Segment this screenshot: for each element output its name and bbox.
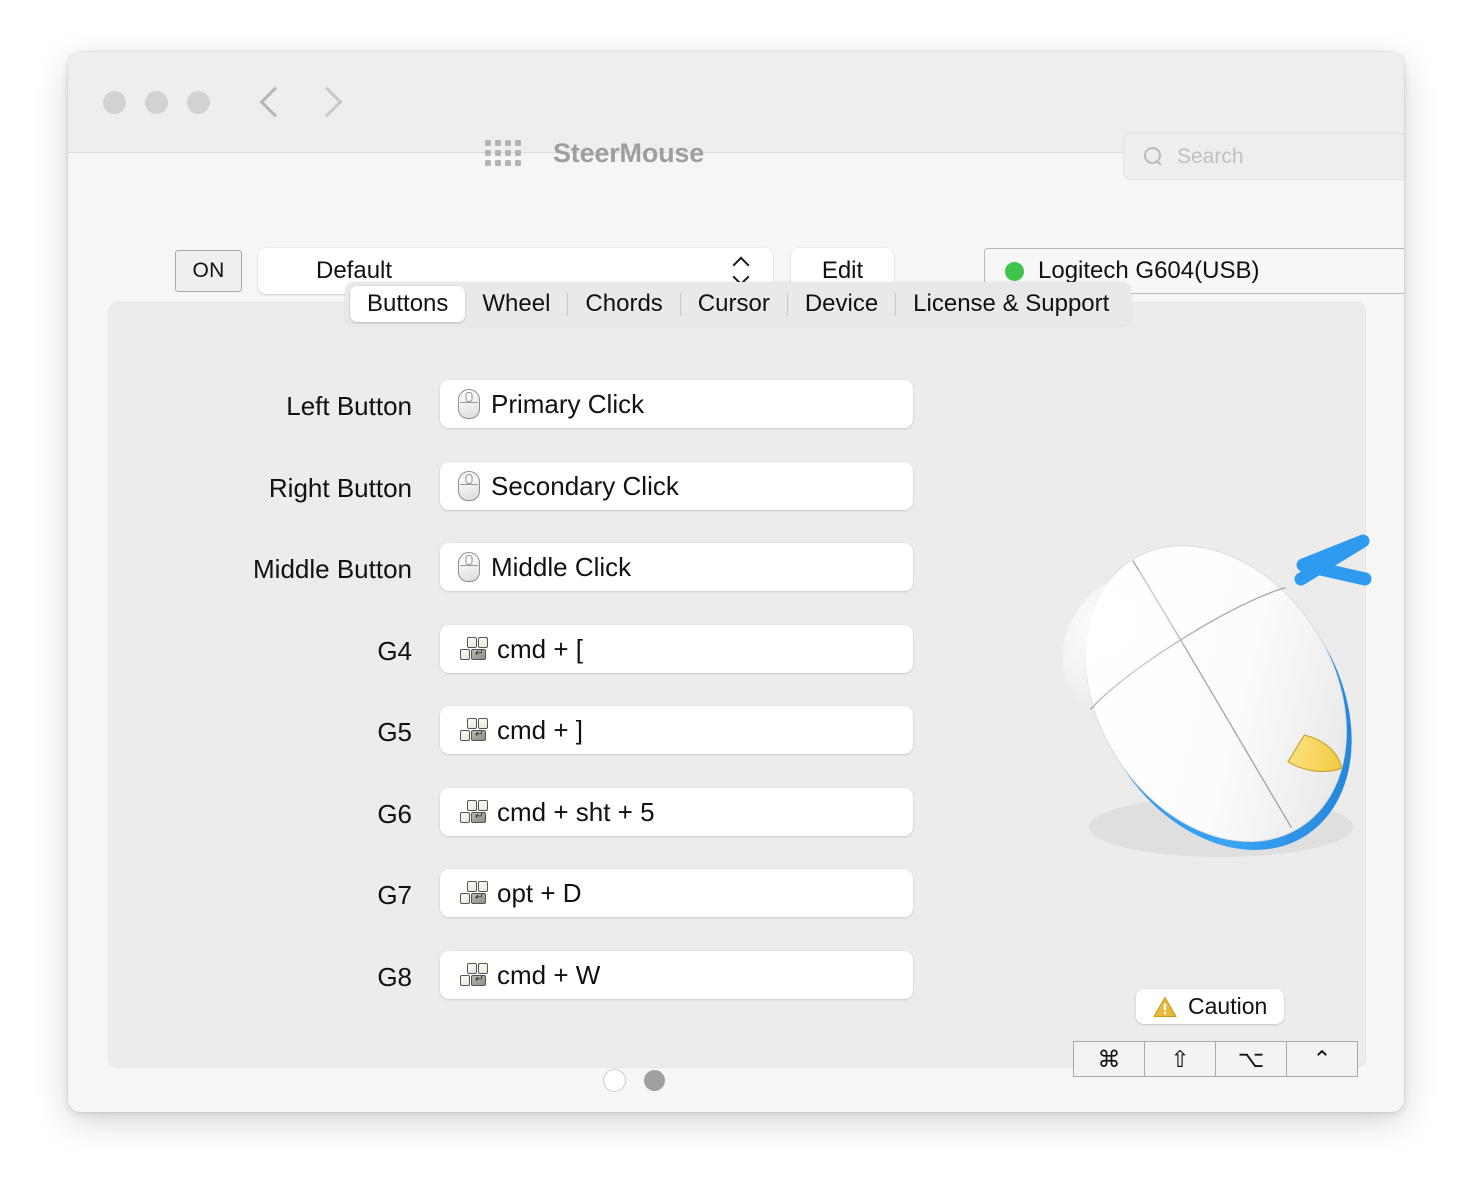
assignment-row: G7 opt + D: [68, 869, 958, 951]
assignment-row: Middle Button Middle Click: [68, 543, 958, 625]
on-toggle-button[interactable]: ON: [175, 250, 242, 292]
assignment-field[interactable]: Secondary Click: [440, 462, 913, 510]
assignment-label: Right Button: [68, 462, 440, 512]
assignment-value: cmd + ]: [497, 717, 583, 743]
keyboard-icon: [458, 963, 486, 987]
assignment-field[interactable]: cmd + sht + 5: [440, 788, 913, 836]
option-key-button[interactable]: ⌥: [1215, 1041, 1287, 1077]
assignment-row: Right Button Secondary Click: [68, 462, 958, 544]
mouse-illustration: [1033, 507, 1403, 877]
assignment-label: G7: [68, 869, 440, 919]
assignment-row: G8 cmd + W: [68, 951, 958, 1033]
assignment-label: G8: [68, 951, 440, 1001]
tab-buttons[interactable]: Buttons: [350, 286, 465, 322]
assignment-label: G5: [68, 706, 440, 756]
modifier-key-row: ⌘ ⇧ ⌥ ⌃: [1073, 1041, 1358, 1077]
profile-toolbar: ON Default Edit Logitech G604(USB): [68, 153, 1404, 238]
assignment-field[interactable]: Middle Click: [440, 543, 913, 591]
assignment-value: cmd + sht + 5: [497, 799, 655, 825]
keyboard-icon: [458, 718, 486, 742]
assignment-field[interactable]: cmd + W: [440, 951, 913, 999]
tab-chords[interactable]: Chords: [568, 286, 679, 322]
assignment-field[interactable]: cmd + [: [440, 625, 913, 673]
assignment-row: Left Button Primary Click: [68, 380, 958, 462]
keyboard-icon: [458, 881, 486, 905]
steermouse-window: SteerMouse Search ON Default Edit Logite…: [68, 52, 1404, 1112]
assignment-field[interactable]: Primary Click: [440, 380, 913, 428]
caution-label: Caution: [1188, 993, 1267, 1020]
profile-selected-value: Default: [316, 257, 392, 285]
navigation-arrows: [261, 82, 338, 120]
assignment-value: Primary Click: [491, 391, 644, 417]
close-button[interactable]: [103, 91, 126, 114]
mouse-icon: [458, 471, 480, 501]
tab-bar: Buttons Wheel Chords Cursor Device Licen…: [345, 282, 1131, 326]
assignment-label: G4: [68, 625, 440, 675]
assignment-row: G4 cmd + [: [68, 625, 958, 707]
keyboard-icon: [458, 800, 486, 824]
warning-triangle-icon: [1153, 996, 1177, 1018]
assignment-label: G6: [68, 788, 440, 838]
device-name-label: Logitech G604(USB): [1038, 257, 1259, 285]
assignment-label: Left Button: [68, 380, 440, 430]
control-key-button[interactable]: ⌃: [1286, 1041, 1358, 1077]
assignment-row: G6 cmd + sht + 5: [68, 788, 958, 870]
button-assignment-list: Left Button Primary Click Right Button S…: [68, 380, 958, 1032]
keyboard-icon: [458, 637, 486, 661]
minimize-button[interactable]: [145, 91, 168, 114]
assignment-value: Secondary Click: [491, 473, 679, 499]
tab-device[interactable]: Device: [788, 286, 895, 322]
command-key-button[interactable]: ⌘: [1073, 1041, 1145, 1077]
traffic-light-buttons: [103, 91, 210, 114]
assignment-value: cmd + [: [497, 636, 583, 662]
tab-cursor[interactable]: Cursor: [681, 286, 787, 322]
assignment-value: opt + D: [497, 880, 582, 906]
page-dot-2[interactable]: [644, 1070, 665, 1091]
zoom-button[interactable]: [187, 91, 210, 114]
assignment-value: Middle Click: [491, 554, 631, 580]
assignment-row: G5 cmd + ]: [68, 706, 958, 788]
tab-wheel[interactable]: Wheel: [465, 286, 567, 322]
caution-badge[interactable]: Caution: [1136, 989, 1284, 1024]
assignment-field[interactable]: opt + D: [440, 869, 913, 917]
title-bar: SteerMouse Search: [68, 52, 1404, 153]
mouse-icon: [458, 389, 480, 419]
page-dot-1[interactable]: [604, 1070, 625, 1091]
back-chevron-icon[interactable]: [261, 82, 283, 120]
mouse-icon: [458, 552, 480, 582]
shift-key-button[interactable]: ⇧: [1144, 1041, 1216, 1077]
forward-chevron-icon[interactable]: [316, 82, 338, 120]
assignment-value: cmd + W: [497, 962, 600, 988]
assignment-field[interactable]: cmd + ]: [440, 706, 913, 754]
status-badge: [1005, 262, 1024, 281]
pagination-dots: [604, 1070, 665, 1091]
tab-license-support[interactable]: License & Support: [896, 286, 1126, 322]
assignment-label: Middle Button: [68, 543, 440, 593]
